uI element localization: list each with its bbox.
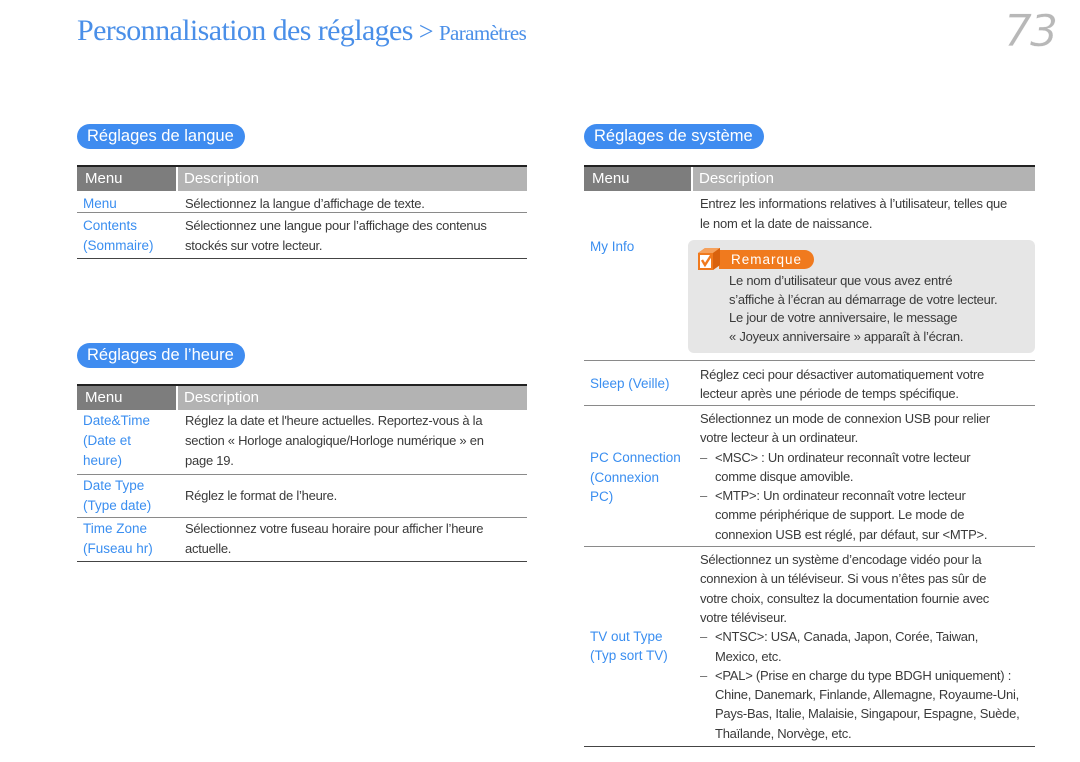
menu-item-description: Sélectionnez un mode de connexion USB po… [700, 409, 1035, 544]
table-row: My Info Entrez les informations relative… [584, 191, 1035, 361]
breadcrumb-separator: > [418, 17, 434, 46]
menu-item-label[interactable]: Menu [77, 194, 185, 212]
menu-item-description: Réglez la date et l'heure actuelles. Rep… [185, 413, 484, 468]
table-row: Sleep (Veille) Réglez ceci pour désactiv… [584, 361, 1035, 406]
table-header: Menu Description [77, 386, 527, 410]
menu-item-label[interactable]: Date&Time (Date et heure) [77, 411, 185, 471]
menu-item-description: Sélectionnez un système d’encodage vidéo… [700, 550, 1035, 743]
menu-item-label[interactable]: PC Connection (Connexion PC) [584, 409, 700, 544]
note-box: Remarque Le nom d’utilisateur que vous a… [688, 240, 1035, 353]
time-table: Menu Description Date&Time (Date et heure)… [77, 384, 527, 562]
menu-item-label[interactable]: Time Zone (Fuseau hr) [77, 519, 185, 559]
language-table: Menu Description Menu Sélectionnez la la… [77, 165, 527, 259]
section-heading-time: Réglages de l’heure [77, 343, 245, 368]
bullet-item: – <MTP>: Un ordinateur reconnaît votre le… [700, 488, 988, 542]
menu-item-description: Sélectionnez une langue pour l’affichage… [185, 218, 487, 253]
menu-item-label[interactable]: My Info [584, 194, 700, 360]
table-row: Date&Time (Date et heure) Réglez la date e… [77, 410, 527, 475]
menu-item-label[interactable]: Contents (Sommaire) [77, 216, 185, 256]
system-table: Menu Description My Info Entrez les info… [584, 165, 1035, 748]
page-number: 73 [1004, 6, 1058, 57]
column-header-menu: Menu [584, 167, 693, 191]
menu-item-label[interactable]: TV out Type (Typ sort TV) [584, 550, 700, 743]
section-heading-system: Réglages de système [584, 124, 764, 149]
note-label: Remarque [719, 249, 815, 269]
table-row: Menu Sélectionnez la langue d’affichage … [77, 191, 527, 213]
menu-item-description: Réglez le format de l’heure. [185, 488, 337, 503]
column-header-menu: Menu [77, 386, 178, 410]
bullet-item: – <NTSC>: USA, Canada, Japon, Corée, Taiw… [700, 629, 979, 664]
menu-item-label[interactable]: Date Type (Type date) [77, 476, 185, 516]
table-row: Contents (Sommaire) Sélectionnez une lang… [77, 213, 527, 259]
column-header-description: Description [178, 386, 527, 410]
checkbox-icon [696, 246, 722, 272]
menu-item-label[interactable]: Sleep (Veille) [584, 365, 700, 403]
table-header: Menu Description [77, 167, 527, 191]
bullet-item: – <MSC> : Un ordinateur reconnaît votre l… [700, 449, 971, 484]
section-heading-language: Réglages de langue [77, 124, 245, 149]
menu-item-description: Entrez les informations relatives à l’ut… [688, 194, 1035, 360]
note-text: Le nom d’utilisateur que vous avez entré… [729, 273, 998, 344]
page-title: Personnalisation des réglages > Paramètres [77, 14, 527, 48]
page-title-main: Personnalisation des réglages [77, 14, 413, 47]
table-row: Date Type (Type date) Réglez le format de… [77, 475, 527, 518]
column-header-menu: Menu [77, 167, 178, 191]
menu-item-description: Sélectionnez votre fuseau horaire pour a… [185, 521, 484, 556]
menu-item-description: Sélectionnez la langue d’affichage de te… [185, 196, 425, 211]
table-row: Time Zone (Fuseau hr) Sélectionnez votre … [77, 518, 527, 562]
table-row: TV out Type (Typ sort TV) Sélectionnez un… [584, 547, 1035, 748]
table-header: Menu Description [584, 167, 1035, 191]
column-header-description: Description [693, 167, 1035, 191]
bullet-item: – <PAL> (Prise en charge du type BDGH uni… [700, 667, 1020, 741]
page-subtitle: Paramètres [438, 21, 527, 45]
menu-item-description: Réglez ceci pour désactiver automatiquem… [700, 367, 985, 401]
table-row: PC Connection (Connexion PC) Sélectionnez … [584, 406, 1035, 548]
column-header-description: Description [178, 167, 527, 191]
